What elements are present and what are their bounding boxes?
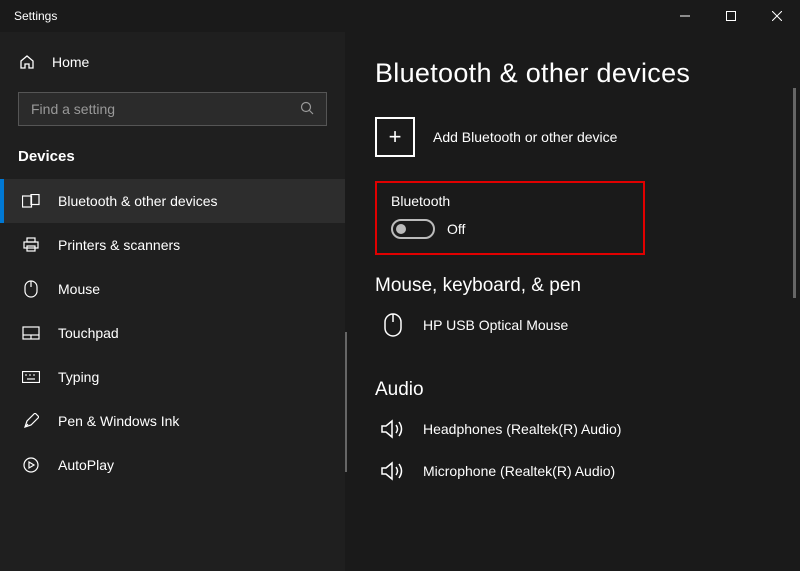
window-controls: [662, 0, 800, 32]
sidebar-item-label: Pen & Windows Ink: [58, 413, 179, 429]
device-item-microphone[interactable]: Microphone (Realtek(R) Audio): [375, 457, 800, 485]
device-label: Microphone (Realtek(R) Audio): [423, 463, 615, 479]
search-icon: [300, 101, 314, 118]
touchpad-icon: [22, 324, 40, 342]
close-icon: [772, 11, 782, 21]
titlebar: Settings: [0, 0, 800, 32]
sidebar-item-pen[interactable]: Pen & Windows Ink: [0, 399, 345, 443]
printer-icon: [22, 236, 40, 254]
mouse-icon: [379, 311, 407, 339]
divider-scroll-indicator: [345, 332, 347, 472]
bluetooth-toggle-state: Off: [447, 221, 465, 237]
sidebar-item-label: Printers & scanners: [58, 237, 180, 253]
device-item-mouse[interactable]: HP USB Optical Mouse: [375, 311, 800, 339]
add-device-label: Add Bluetooth or other device: [433, 129, 617, 145]
home-label: Home: [52, 54, 89, 70]
home-nav[interactable]: Home: [0, 42, 345, 82]
maximize-icon: [726, 11, 736, 21]
device-label: Headphones (Realtek(R) Audio): [423, 421, 621, 437]
page-title: Bluetooth & other devices: [375, 58, 800, 89]
device-label: HP USB Optical Mouse: [423, 317, 568, 333]
bluetooth-heading: Bluetooth: [391, 193, 629, 209]
sidebar-item-printers[interactable]: Printers & scanners: [0, 223, 345, 267]
minimize-icon: [680, 11, 690, 21]
sidebar-item-autoplay[interactable]: AutoPlay: [0, 443, 345, 487]
sidebar-section-heading: Devices: [0, 144, 345, 179]
search-placeholder: Find a setting: [31, 101, 115, 117]
speaker-icon: [379, 457, 407, 485]
close-button[interactable]: [754, 0, 800, 32]
add-device-button[interactable]: + Add Bluetooth or other device: [375, 117, 800, 157]
pen-icon: [22, 412, 40, 430]
sidebar: Home Find a setting Devices Bluetooth & …: [0, 32, 345, 571]
bluetooth-toggle[interactable]: [391, 219, 435, 239]
sidebar-item-label: Mouse: [58, 281, 100, 297]
scrollbar[interactable]: [793, 88, 796, 298]
sidebar-item-label: Touchpad: [58, 325, 119, 341]
maximize-button[interactable]: [708, 0, 754, 32]
search-input[interactable]: Find a setting: [18, 92, 327, 126]
keyboard-icon: [22, 368, 40, 386]
audio-group-heading: Audio: [375, 379, 800, 401]
mouse-icon: [22, 280, 40, 298]
speaker-icon: [379, 415, 407, 443]
window-title: Settings: [14, 9, 57, 23]
home-icon: [18, 53, 36, 71]
devices-icon: [22, 192, 40, 210]
sidebar-item-mouse[interactable]: Mouse: [0, 267, 345, 311]
mouse-group-heading: Mouse, keyboard, & pen: [375, 275, 800, 297]
sidebar-item-label: Bluetooth & other devices: [58, 193, 218, 209]
sidebar-item-bluetooth[interactable]: Bluetooth & other devices: [0, 179, 345, 223]
plus-icon: +: [375, 117, 415, 157]
sidebar-item-label: Typing: [58, 369, 99, 385]
device-item-headphones[interactable]: Headphones (Realtek(R) Audio): [375, 415, 800, 443]
sidebar-item-label: AutoPlay: [58, 457, 114, 473]
bluetooth-highlight: Bluetooth Off: [375, 181, 645, 255]
sidebar-item-touchpad[interactable]: Touchpad: [0, 311, 345, 355]
minimize-button[interactable]: [662, 0, 708, 32]
sidebar-item-typing[interactable]: Typing: [0, 355, 345, 399]
autoplay-icon: [22, 456, 40, 474]
main-panel: Bluetooth & other devices + Add Bluetoot…: [345, 32, 800, 571]
